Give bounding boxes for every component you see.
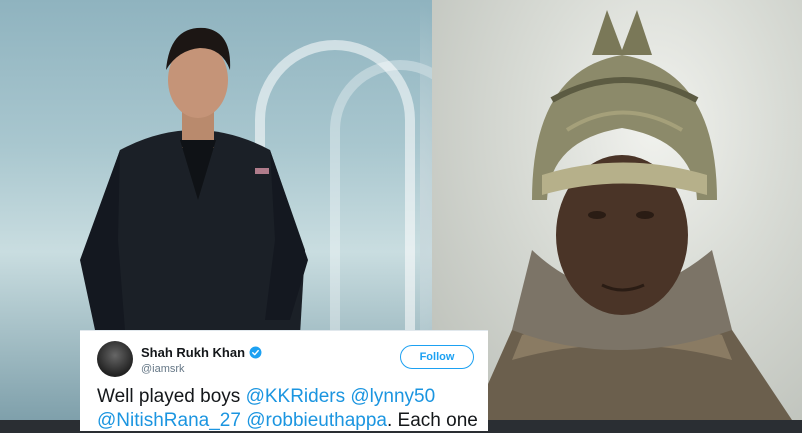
mention-link[interactable]: @NitishRana_27 — [97, 410, 241, 431]
avatar[interactable] — [97, 341, 133, 377]
author-row: Shah Rukh Khan — [141, 345, 262, 360]
verified-badge-icon — [249, 346, 262, 359]
mention-link[interactable]: @robbieuthappa — [246, 410, 387, 431]
follow-button[interactable]: Follow — [400, 345, 474, 369]
tweet-text-lead: Well played boys — [97, 386, 246, 407]
mention-link[interactable]: @KKRiders — [246, 386, 346, 407]
tweet-text-tail: . Each one — [387, 410, 478, 431]
mention-link[interactable]: @lynny50 — [350, 386, 435, 407]
author-name[interactable]: Shah Rukh Khan — [141, 345, 245, 360]
author-handle[interactable]: @iamsrk — [141, 363, 185, 375]
tweet-card: Shah Rukh Khan @iamsrk Follow Well playe… — [80, 330, 488, 431]
tweet-text: Well played boys @KKRiders @lynny50 @Nit… — [97, 385, 517, 433]
